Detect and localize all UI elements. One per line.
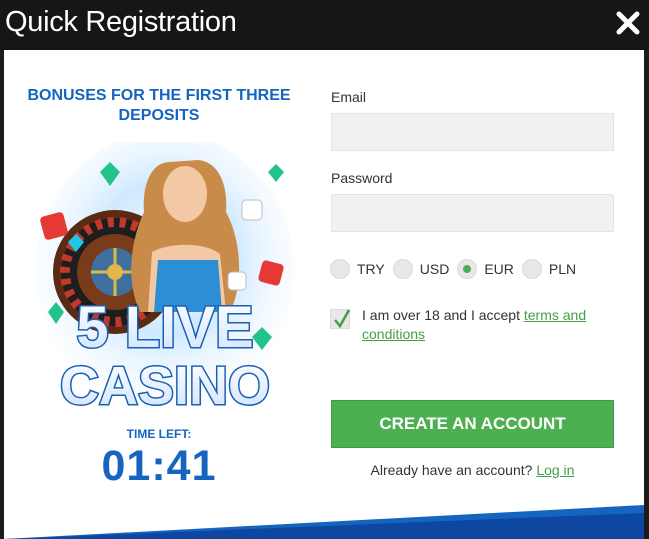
password-label: Password: [331, 170, 393, 186]
radio-eur[interactable]: [457, 259, 478, 279]
modal-title: Quick Registration: [5, 6, 237, 38]
terms-checkbox[interactable]: [330, 309, 351, 329]
time-left-label: TIME LEFT:: [126, 427, 192, 441]
currency-label: EUR: [484, 261, 514, 277]
checkmark-icon: [334, 309, 351, 329]
registration-panel: BONUSES FOR THE FIRST THREE DEPOSITS 5 L…: [4, 50, 644, 539]
agree-label: I am over 18 and I accept: [362, 307, 524, 323]
password-field[interactable]: [331, 194, 614, 232]
create-account-button[interactable]: CREATE AN ACCOUNT: [331, 400, 614, 448]
email-field[interactable]: [331, 113, 614, 151]
bonus-title: BONUSES FOR THE FIRST THREE DEPOSITS: [27, 87, 291, 124]
promo-banner: 5 LIVE CASINO: [30, 142, 300, 427]
currency-label: TRY: [357, 261, 385, 277]
close-icon[interactable]: [615, 10, 641, 36]
currency-label: USD: [419, 261, 450, 277]
countdown-timer: 01:41: [101, 442, 217, 490]
currency-option-try[interactable]: TRY: [330, 259, 385, 279]
login-prompt-row: Already have an account? Log in: [331, 462, 614, 478]
agree-text: I am over 18 and I accept terms and cond…: [362, 306, 602, 344]
radio-try[interactable]: [330, 259, 350, 279]
currency-option-usd[interactable]: USD: [392, 259, 450, 279]
banner-line1: 5 LIVE: [76, 295, 253, 360]
banner-line2: CASINO: [60, 356, 270, 416]
radio-pln[interactable]: [521, 259, 542, 279]
login-link[interactable]: Log in: [536, 462, 574, 478]
dealer-figure: [131, 160, 240, 312]
promo-illustration: 5 LIVE CASINO: [35, 142, 295, 418]
email-label: Email: [331, 89, 367, 105]
currency-option-pln[interactable]: PLN: [521, 259, 577, 279]
login-prompt-text: Already have an account?: [370, 462, 533, 478]
radio-usd[interactable]: [392, 259, 413, 279]
currency-label: PLN: [548, 261, 577, 277]
currency-option-eur[interactable]: EUR: [457, 259, 514, 279]
modal-header: Quick Registration: [0, 0, 649, 50]
decorative-stripe: [4, 505, 644, 539]
currency-selector: TRY USD EUR PLN: [330, 258, 620, 280]
